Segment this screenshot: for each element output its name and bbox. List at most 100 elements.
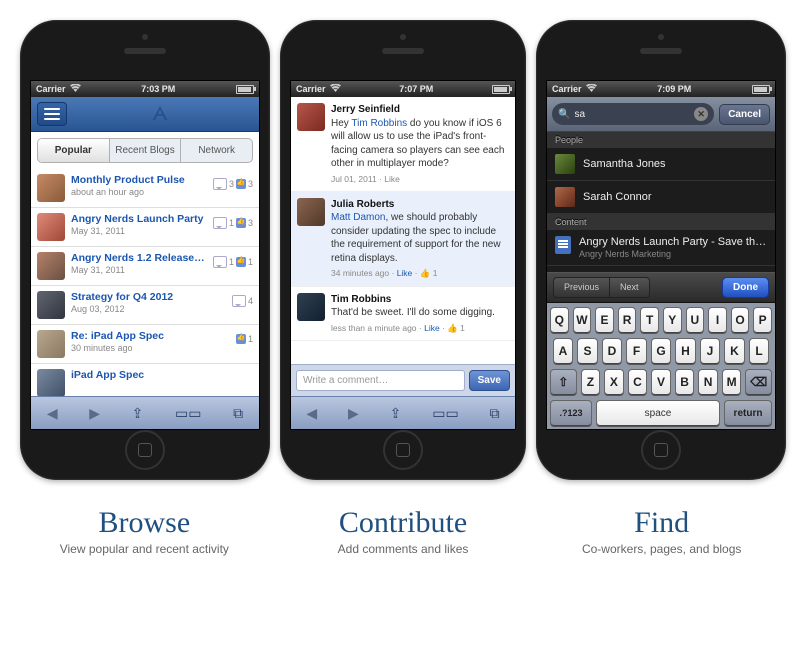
key[interactable]: Z [581, 369, 601, 395]
avatar [37, 291, 65, 319]
caption-subtitle: View popular and recent activity [20, 542, 269, 556]
key[interactable]: N [698, 369, 718, 395]
like-link[interactable]: Like [397, 268, 413, 278]
next-button[interactable]: Next [610, 277, 650, 298]
key[interactable]: X [604, 369, 624, 395]
space-key[interactable]: space [596, 400, 720, 426]
key[interactable]: M [722, 369, 742, 395]
avatar [555, 187, 575, 207]
comment-author: Jerry Seinfield [331, 103, 509, 117]
comment-meta: less than a minute ago · Like · 👍 1 [331, 323, 509, 334]
key[interactable]: A [553, 338, 574, 364]
comment-item: Jerry Seinfield Hey Tim Robbins do you k… [291, 97, 515, 192]
key[interactable]: P [753, 307, 772, 333]
comment-author: Julia Roberts [331, 198, 509, 212]
feed-list: Monthly Product Pulse about an hour ago … [31, 169, 259, 396]
feed-item[interactable]: Re: iPad App Spec 30 minutes ago 1 [31, 325, 259, 364]
like-link[interactable]: Like [424, 323, 440, 333]
avatar [297, 103, 325, 131]
result-row[interactable]: Angry Nerds Launch Party - Save th… Angr… [547, 230, 775, 266]
share-icon[interactable]: ⇪ [132, 405, 144, 422]
share-icon[interactable]: ⇪ [390, 405, 402, 422]
key[interactable]: O [731, 307, 750, 333]
feed-item[interactable]: Angry Nerds Launch Party May 31, 2011 1 … [31, 208, 259, 247]
key[interactable]: W [573, 307, 592, 333]
clear-icon[interactable]: ✕ [694, 107, 708, 121]
home-button[interactable] [125, 430, 165, 470]
result-row[interactable]: Samantha Jones [547, 148, 775, 181]
menu-button[interactable] [37, 102, 67, 126]
avatar [555, 154, 575, 174]
avatar [37, 252, 65, 280]
key[interactable]: T [640, 307, 659, 333]
previous-button[interactable]: Previous [553, 277, 610, 298]
feed-item[interactable]: iPad App Spec [31, 364, 259, 396]
key[interactable]: U [686, 307, 705, 333]
key[interactable]: J [700, 338, 721, 364]
feed-item[interactable]: Monthly Product Pulse about an hour ago … [31, 169, 259, 208]
mention-link[interactable]: Matt Damon [331, 212, 385, 223]
comment-icon [213, 178, 227, 190]
key[interactable]: K [724, 338, 745, 364]
key[interactable]: E [595, 307, 614, 333]
tab-recent-blogs[interactable]: Recent Blogs [110, 139, 182, 162]
backspace-key[interactable]: ⌫ [745, 369, 772, 395]
segment-control: Popular Recent Blogs Network [37, 138, 253, 163]
forward-icon[interactable]: ▶ [89, 405, 100, 422]
key[interactable]: S [577, 338, 598, 364]
key[interactable]: Q [550, 307, 569, 333]
comment-meta: 34 minutes ago · Like · 👍 1 [331, 268, 509, 279]
tabs-icon[interactable]: ⧉ [490, 405, 500, 422]
save-button[interactable]: Save [469, 370, 510, 391]
search-icon: 🔍 [558, 109, 570, 120]
key[interactable]: G [651, 338, 672, 364]
result-title: Samantha Jones [583, 158, 666, 170]
result-subtitle: Angry Nerds Marketing [579, 249, 767, 259]
key[interactable]: L [749, 338, 770, 364]
feed-title: Monthly Product Pulse [71, 174, 207, 186]
comments-list: Jerry Seinfield Hey Tim Robbins do you k… [291, 97, 515, 364]
bookmarks-icon[interactable]: ▭▭ [432, 405, 458, 422]
caption-title: Contribute [279, 506, 528, 540]
feed-item[interactable]: Angry Nerds 1.2 Release Notes May 31, 20… [31, 247, 259, 286]
cancel-button[interactable]: Cancel [719, 104, 770, 125]
back-icon[interactable]: ◀ [47, 405, 58, 422]
caption-title: Find [537, 506, 786, 540]
browser-toolbar: ◀ ▶ ⇪ ▭▭ ⧉ [291, 396, 515, 429]
forward-icon[interactable]: ▶ [348, 405, 359, 422]
done-button[interactable]: Done [722, 277, 769, 298]
like-icon [236, 218, 246, 228]
key[interactable]: V [651, 369, 671, 395]
numbers-key[interactable]: .?123 [550, 400, 592, 426]
key[interactable]: C [628, 369, 648, 395]
feed-item[interactable]: Strategy for Q4 2012 Aug 03, 2012 4 [31, 286, 259, 325]
shift-key[interactable]: ⇧ [550, 369, 577, 395]
tab-popular[interactable]: Popular [38, 139, 110, 162]
key[interactable]: R [618, 307, 637, 333]
key[interactable]: Y [663, 307, 682, 333]
key[interactable]: B [675, 369, 695, 395]
tab-network[interactable]: Network [181, 139, 252, 162]
avatar [297, 293, 325, 321]
caption-browse: Browse View popular and recent activity [20, 500, 269, 556]
home-button[interactable] [641, 430, 681, 470]
like-icon [236, 334, 246, 344]
bookmarks-icon[interactable]: ▭▭ [175, 405, 201, 422]
result-row[interactable]: Sarah Connor [547, 181, 775, 214]
search-input[interactable]: 🔍 sa ✕ [552, 103, 714, 125]
key[interactable]: D [602, 338, 623, 364]
comment-icon [232, 295, 246, 307]
back-icon[interactable]: ◀ [306, 405, 317, 422]
tabs-icon[interactable]: ⧉ [233, 405, 243, 422]
return-key[interactable]: return [724, 400, 772, 426]
avatar [297, 198, 325, 226]
key[interactable]: I [708, 307, 727, 333]
comment-input[interactable]: Write a comment… [296, 370, 465, 391]
avatar [37, 213, 65, 241]
key[interactable]: F [626, 338, 647, 364]
screen-contribute: Carrier 7:07 PM Jerry Seinfield Hey Tim … [290, 80, 516, 430]
mention-link[interactable]: Tim Robbins [351, 118, 407, 129]
key[interactable]: H [675, 338, 696, 364]
section-header-people: People [547, 132, 775, 148]
home-button[interactable] [383, 430, 423, 470]
